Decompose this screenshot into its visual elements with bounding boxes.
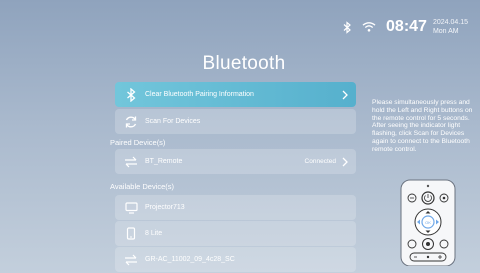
paired-device-name: BT_Remote [145, 158, 183, 165]
svg-text:OK: OK [425, 220, 431, 225]
scan-devices-label: Scan For Devices [145, 118, 201, 125]
available-device-name: GR-AC_11002_09_4c28_SC [145, 256, 235, 263]
page-title: Bluetooth [202, 53, 286, 74]
transfer-arrows-icon [123, 252, 139, 268]
clear-pairing-label: Clear Bluetooth Pairing Information [145, 91, 254, 98]
pairing-instructions: Please simultaneously press and hold the… [372, 99, 473, 153]
date-block: 2024.04.15 Mon AM [433, 18, 468, 36]
paired-devices-heading: Paired Device(s) [110, 138, 166, 147]
bluetooth-icon [340, 20, 354, 34]
weekday-text: Mon AM [432, 28, 459, 35]
phone-icon [123, 226, 139, 242]
available-device-row[interactable]: 8 Lite [115, 221, 356, 246]
bluetooth-icon [123, 87, 139, 103]
scan-devices-button[interactable]: Scan For Devices [115, 109, 356, 134]
transfer-arrows-icon [123, 154, 139, 170]
connection-status: Connected [304, 158, 336, 165]
status-bar: 08:47 2024.04.15 Mon AM [340, 14, 468, 40]
paired-device-row[interactable]: BT_Remote Connected [115, 149, 356, 174]
clock: 08:47 [386, 18, 427, 35]
remote-control-illustration: OK [398, 178, 458, 271]
available-device-row[interactable]: GR-AC_11002_09_4c28_SC [115, 247, 356, 272]
available-device-row[interactable]: Projector713 [115, 195, 356, 220]
chevron-right-icon [340, 89, 350, 101]
clear-pairing-button[interactable]: Clear Bluetooth Pairing Information [115, 82, 356, 107]
wifi-icon [362, 20, 376, 34]
available-device-name: 8 Lite [145, 230, 163, 237]
chevron-right-icon [340, 156, 350, 168]
date-text: 2024.04.15 [432, 19, 468, 26]
monitor-icon [123, 200, 139, 216]
refresh-icon [123, 114, 139, 130]
available-device-name: Projector713 [145, 204, 185, 211]
available-devices-heading: Available Device(s) [110, 182, 175, 191]
